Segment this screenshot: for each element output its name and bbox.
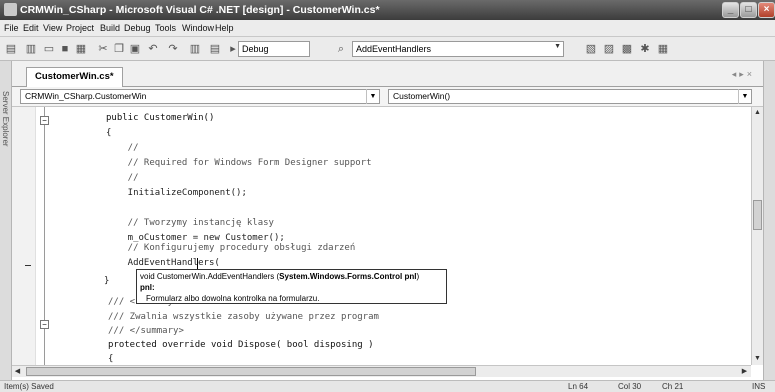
left-tool-strip: Server Explorer xyxy=(0,61,12,381)
code-line: // xyxy=(106,173,139,183)
scroll-down-icon[interactable]: ▼ xyxy=(752,353,763,364)
menu-file[interactable]: File xyxy=(4,23,19,33)
chevron-down-icon: ▼ xyxy=(366,89,379,104)
app-icon xyxy=(4,3,17,16)
save-icon[interactable]: ■ xyxy=(58,42,72,56)
code-line: } xyxy=(104,276,110,286)
indicator-margin xyxy=(12,107,36,365)
code-line: // xyxy=(106,143,139,153)
code-line-current: AddEventHandlers( xyxy=(106,258,220,268)
navigate-forward-icon[interactable]: ▤ xyxy=(208,42,222,56)
toolbox-icon[interactable]: ▩ xyxy=(620,42,634,56)
code-line: // Konfigurujemy procedury obsługi zdarz… xyxy=(106,243,356,253)
parameter-info-tooltip: void CustomerWin.AddEventHandlers (Syste… xyxy=(136,269,447,304)
vertical-scrollbar[interactable]: ▲ ▼ xyxy=(751,107,763,365)
chevron-down-icon: ▼ xyxy=(554,43,561,50)
menu-edit[interactable]: Edit xyxy=(23,23,39,33)
scroll-up-icon[interactable]: ▲ xyxy=(752,107,763,118)
code-line: { xyxy=(108,354,114,364)
close-button[interactable]: × xyxy=(758,2,775,18)
find-combo[interactable]: AddEventHandlers ▼ xyxy=(352,41,564,57)
code-line: public CustomerWin() xyxy=(106,113,215,123)
text-cursor xyxy=(197,258,198,269)
chevron-down-icon: ▼ xyxy=(738,89,751,104)
tooltip-signature: void CustomerWin.AddEventHandlers (Syste… xyxy=(140,272,420,281)
server-explorer-tab[interactable]: Server Explorer xyxy=(1,91,10,147)
redo-icon[interactable]: ↷ xyxy=(166,42,180,56)
window-title: CRMWin_CSharp - Microsoft Visual C# .NET… xyxy=(20,4,380,16)
code-line: protected override void Dispose( bool di… xyxy=(108,340,374,350)
menu-view[interactable]: View xyxy=(43,23,62,33)
save-all-icon[interactable]: ▦ xyxy=(74,42,88,56)
solution-explorer-icon[interactable]: ▧ xyxy=(584,42,598,56)
document-tab-bar: CustomerWin.cs* ◂▸× xyxy=(12,61,763,87)
collapse-toggle[interactable]: − xyxy=(40,116,49,125)
more-tools-icon[interactable]: ▦ xyxy=(656,42,670,56)
title-bar: CRMWin_CSharp - Microsoft Visual C# .NET… xyxy=(0,0,775,20)
open-file-icon[interactable]: ▭ xyxy=(42,42,56,56)
scroll-right-icon[interactable]: ▶ xyxy=(739,366,750,377)
bookmark-marker xyxy=(25,265,31,266)
code-navigation-bar: CRMWin_CSharp.CustomerWin ▼ CustomerWin(… xyxy=(12,87,763,107)
code-line: /// </summary> xyxy=(108,326,184,336)
undo-icon[interactable]: ↶ xyxy=(146,42,160,56)
new-project-icon[interactable]: ▤ xyxy=(4,42,18,56)
menu-project[interactable]: Project xyxy=(66,23,94,33)
cut-icon[interactable]: ✂ xyxy=(96,42,110,56)
menu-bar: File Edit View Project Build Debug Tools… xyxy=(0,20,775,37)
member-combo[interactable]: CustomerWin() ▼ xyxy=(388,89,752,104)
code-line: // Tworzymy instancję klasy xyxy=(106,218,274,228)
menu-tools[interactable]: Tools xyxy=(155,23,176,33)
properties-icon[interactable]: ▨ xyxy=(602,42,616,56)
menu-help[interactable]: Help xyxy=(215,23,234,33)
tab-navigation-close-icon[interactable]: ◂▸× xyxy=(732,69,755,80)
find-icon[interactable]: ⌕ xyxy=(334,42,348,56)
code-line: /// Zwalnia wszystkie zasoby używane prz… xyxy=(108,312,379,322)
code-line: // Required for Windows Form Designer su… xyxy=(106,158,372,168)
tab-customerwin[interactable]: CustomerWin.cs* xyxy=(26,67,123,87)
scroll-thumb[interactable] xyxy=(26,367,476,376)
status-mode: INS xyxy=(752,382,766,391)
class-combo[interactable]: CRMWin_CSharp.CustomerWin ▼ xyxy=(20,89,380,104)
copy-icon[interactable]: ❐ xyxy=(112,42,126,56)
code-line: m_oCustomer = new Customer(); xyxy=(106,233,285,243)
status-message: Item(s) Saved xyxy=(4,382,54,391)
standard-toolbar: ▤ ▥ ▭ ■ ▦ ✂ ❐ ▣ ↶ ↷ ▥ ▤ ▸ Debug ⌕ AddEve… xyxy=(0,37,775,61)
code-line: { xyxy=(106,128,112,138)
collapse-toggle[interactable]: − xyxy=(40,320,49,329)
horizontal-scrollbar[interactable]: ◀ ▶ xyxy=(12,365,751,377)
configuration-select[interactable]: Debug xyxy=(238,41,310,57)
right-tool-strip xyxy=(763,61,775,381)
maximize-button[interactable]: □ xyxy=(740,2,757,18)
status-column: Col 30 xyxy=(618,382,642,391)
status-bar: Item(s) Saved Ln 64 Col 30 Ch 21 INS xyxy=(0,380,775,392)
code-line: InitializeComponent(); xyxy=(106,188,247,198)
class-view-icon[interactable]: ✱ xyxy=(638,42,652,56)
add-item-icon[interactable]: ▥ xyxy=(24,42,38,56)
tooltip-param-description: Formularz albo dowolna kontrolka na form… xyxy=(146,294,320,303)
menu-debug[interactable]: Debug xyxy=(124,23,151,33)
scroll-thumb[interactable] xyxy=(753,200,762,230)
navigate-back-icon[interactable]: ▥ xyxy=(188,42,202,56)
tooltip-param-name: pnl: xyxy=(140,283,155,292)
status-char: Ch 21 xyxy=(662,382,684,391)
menu-build[interactable]: Build xyxy=(100,23,120,33)
scroll-left-icon[interactable]: ◀ xyxy=(12,366,23,377)
minimize-button[interactable]: _ xyxy=(722,2,739,18)
status-line: Ln 64 xyxy=(568,382,589,391)
paste-icon[interactable]: ▣ xyxy=(128,42,142,56)
menu-window[interactable]: Window xyxy=(182,23,214,33)
